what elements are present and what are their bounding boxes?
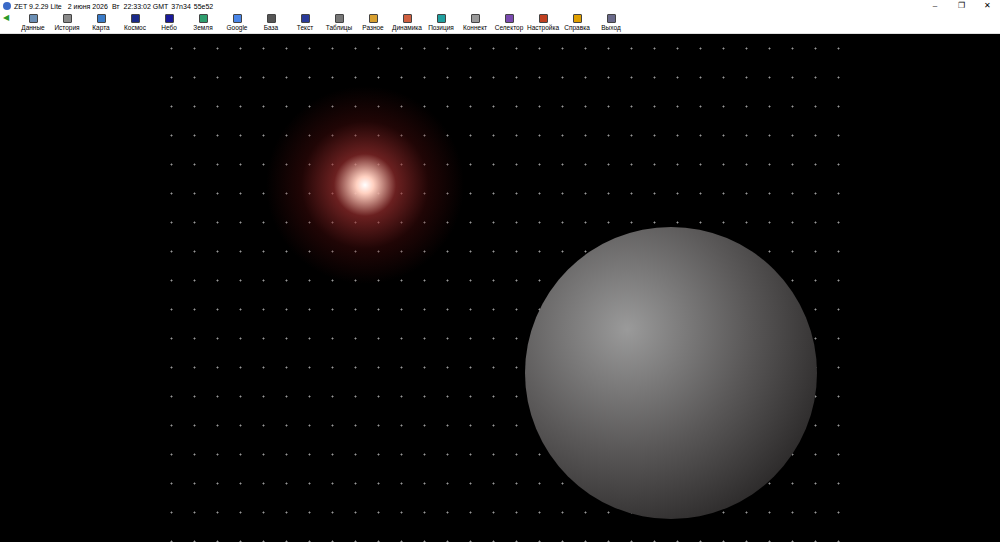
app-icon bbox=[3, 2, 11, 10]
toolbar-button[interactable]: Земля bbox=[186, 12, 220, 33]
toolbar-button-icon bbox=[29, 14, 38, 23]
toolbar-button[interactable]: Выход bbox=[594, 12, 628, 33]
toolbar-button-label: Земля bbox=[193, 23, 212, 32]
toolbar-button-icon bbox=[199, 14, 208, 23]
toolbar-button-label: Таблицы bbox=[326, 23, 353, 32]
time: 22:33:02 GMT bbox=[124, 3, 169, 10]
toolbar-button-label: Селектор bbox=[495, 23, 524, 32]
app-window: ZET 9.2.29 Lite 2 июня 2026 Вт 22:33:02 GMT… bbox=[0, 0, 1000, 542]
toolbar-button-label: Космос bbox=[124, 23, 146, 32]
window-controls: –❐✕ bbox=[922, 2, 1000, 10]
sky-view bbox=[0, 34, 1000, 542]
app-title: ZET 9.2.29 Lite bbox=[14, 3, 62, 10]
toolbar-button-icon bbox=[335, 14, 344, 23]
toolbar-button-label: Карта bbox=[92, 23, 109, 32]
toolbar-button[interactable]: Разное bbox=[356, 12, 390, 33]
toolbar-button-label: Динамика bbox=[392, 23, 422, 32]
toolbar-button[interactable]: Настройка bbox=[526, 12, 560, 33]
toolbar-button-icon bbox=[97, 14, 106, 23]
toolbar: ◀ Данные История Карта Космос Небо Земля Google… bbox=[0, 12, 1000, 34]
title-bar: ZET 9.2.29 Lite 2 июня 2026 Вт 22:33:02 GMT… bbox=[0, 0, 1000, 12]
star-glow bbox=[265, 85, 465, 285]
toolbar-button-icon bbox=[63, 14, 72, 23]
toolbar-button-icon bbox=[471, 14, 480, 23]
toolbar-button[interactable]: Космос bbox=[118, 12, 152, 33]
toolbar-button-icon bbox=[165, 14, 174, 23]
toolbar-button-label: Коннект bbox=[463, 23, 487, 32]
toolbar-button[interactable]: Позиция bbox=[424, 12, 458, 33]
toolbar-button-icon bbox=[437, 14, 446, 23]
toolbar-button-label: Настройка bbox=[527, 23, 559, 32]
planet bbox=[525, 227, 817, 519]
toolbar-button-icon bbox=[573, 14, 582, 23]
toolbar-button[interactable]: База bbox=[254, 12, 288, 33]
toolbar-button-icon bbox=[505, 14, 514, 23]
toolbar-button[interactable]: Справка bbox=[560, 12, 594, 33]
toolbar-button[interactable]: Динамика bbox=[390, 12, 424, 33]
toolbar-button-icon bbox=[301, 14, 310, 23]
toolbar-button[interactable]: Данные bbox=[16, 12, 50, 33]
toolbar-button-label: Google bbox=[227, 23, 248, 32]
toolbar-button-icon bbox=[539, 14, 548, 23]
toolbar-button-label: История bbox=[54, 23, 79, 32]
toolbar-button-icon bbox=[369, 14, 378, 23]
toolbar-button-label: Данные bbox=[21, 23, 44, 32]
toolbar-button-icon bbox=[403, 14, 412, 23]
toolbar-button-label: Разное bbox=[362, 23, 383, 32]
toolbar-button-label: Позиция bbox=[428, 23, 454, 32]
toolbar-button[interactable]: История bbox=[50, 12, 84, 33]
toolbar-button[interactable]: Таблицы bbox=[322, 12, 356, 33]
date: 2 июня 2026 bbox=[68, 3, 108, 10]
weekday: Вт bbox=[112, 3, 120, 10]
toolbar-button-icon bbox=[267, 14, 276, 23]
space-picture bbox=[160, 34, 840, 542]
window-control-button[interactable]: ✕ bbox=[974, 2, 1000, 10]
window-control-button[interactable]: ❐ bbox=[948, 2, 974, 10]
toolbar-button-label: Текст bbox=[297, 23, 313, 32]
window-control-button[interactable]: – bbox=[922, 2, 948, 10]
toolbar-button-label: Небо bbox=[161, 23, 177, 32]
toolbar-button[interactable]: Селектор bbox=[492, 12, 526, 33]
latitude: 37n34 bbox=[171, 3, 190, 10]
toolbar-button-label: Выход bbox=[601, 23, 620, 32]
toolbar-button[interactable]: Google bbox=[220, 12, 254, 33]
back-button[interactable]: ◀ bbox=[0, 12, 16, 33]
toolbar-button-label: Справка bbox=[564, 23, 590, 32]
toolbar-button-icon bbox=[607, 14, 616, 23]
toolbar-button[interactable]: Текст bbox=[288, 12, 322, 33]
toolbar-button-icon bbox=[131, 14, 140, 23]
toolbar-button[interactable]: Небо bbox=[152, 12, 186, 33]
toolbar-button[interactable]: Карта bbox=[84, 12, 118, 33]
toolbar-button-icon bbox=[233, 14, 242, 23]
longitude: 55e52 bbox=[194, 3, 213, 10]
toolbar-button-label: База bbox=[264, 23, 278, 32]
toolbar-button[interactable]: Коннект bbox=[458, 12, 492, 33]
